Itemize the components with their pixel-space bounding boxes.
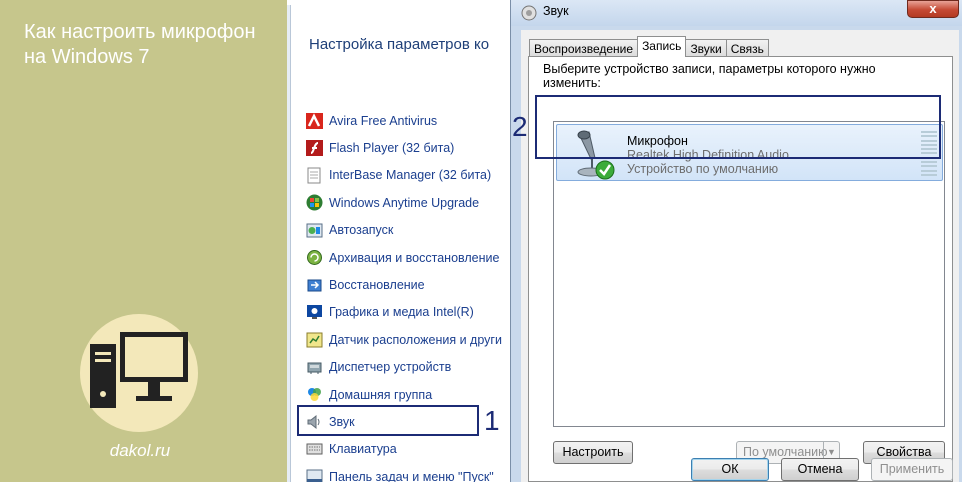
cp-item-avira[interactable]: Avira Free Antivirus [305,107,502,134]
set-default-label: По умолчанию [743,445,828,459]
window-frame [287,5,291,482]
cp-item-label: Графика и медиа Intel(R) [329,305,474,320]
cp-item-keyboard[interactable]: Клавиатура [305,436,502,463]
step-1-marker: 1 [484,405,500,436]
flash-icon [305,140,324,157]
configure-button[interactable]: Настроить [553,441,633,464]
cp-item-label: Архивация и восстановление [329,250,500,265]
close-button[interactable]: x [907,0,959,18]
cp-item-intel-graphics[interactable]: Графика и медиа Intel(R) [305,299,502,326]
dialog-titlebar[interactable]: Звук x [511,0,962,26]
device-manager-icon [305,359,324,376]
tab-playback[interactable]: Воспроизведение [529,39,639,57]
sound-dialog-icon [521,5,537,21]
apply-button[interactable]: Применить [871,458,953,481]
windows-upgrade-icon [305,194,324,211]
cp-item-location-sensor[interactable]: Датчик расположения и други [305,326,502,353]
cp-item-taskbar[interactable]: Панель задач и меню "Пуск" [305,463,502,482]
cp-item-label: Автозапуск [329,223,394,238]
avira-icon [305,112,324,129]
tab-recording[interactable]: Запись [637,36,687,57]
cp-item-label: Windows Anytime Upgrade [329,195,480,210]
cp-item-autoplay[interactable]: Автозапуск [305,217,502,244]
device-status: Устройство по умолчанию [627,162,779,176]
article-banner: Как настроить микрофон на Windows 7 dako… [0,0,287,482]
cp-item-device-manager[interactable]: Диспетчер устройств [305,354,502,381]
interbase-icon [305,167,324,184]
cp-item-label: Клавиатура [329,442,397,457]
taskbar-icon [305,468,324,482]
location-sensor-icon [305,331,324,348]
cp-item-label: Восстановление [329,278,425,293]
microphone-highlight-frame [535,95,941,159]
tab-sounds[interactable]: Звуки [685,39,727,57]
site-name: dakol.ru [109,441,171,460]
cp-item-windows-upgrade[interactable]: Windows Anytime Upgrade [305,189,502,216]
cp-item-label: Датчик расположения и други [329,332,502,347]
cancel-button[interactable]: Отмена [781,458,859,481]
computer-logo-icon [90,332,188,408]
recording-device-list[interactable]: Микрофон Realtek High Definition Audio У… [553,121,945,427]
backup-icon [305,249,324,266]
cp-item-label: Avira Free Antivirus [329,113,438,128]
tab-communications[interactable]: Связь [725,39,769,57]
cp-item-backup[interactable]: Архивация и восстановление [305,244,502,271]
step-2-marker: 2 [512,111,528,142]
recovery-icon [305,277,324,294]
cp-item-label: Домашняя группа [329,387,433,402]
sound-highlight-frame [297,405,479,436]
cp-item-recovery[interactable]: Восстановление [305,271,502,298]
instruction-text: Выберите устройство записи, параметры ко… [543,62,876,90]
cp-item-flash[interactable]: Flash Player (32 бита) [305,134,502,161]
homegroup-icon [305,386,324,403]
keyboard-icon [305,441,324,458]
control-panel-title: Настройка параметров ко [309,36,490,53]
dialog-title: Звук [543,4,569,18]
ok-button[interactable]: ОК [691,458,769,481]
autoplay-icon [305,222,324,239]
tab-strip: Воспроизведение Запись Звуки Связь [529,36,769,57]
cp-item-label: Flash Player (32 бита) [329,141,455,156]
cp-item-label: Панель задач и меню "Пуск" [329,469,494,482]
intel-graphics-icon [305,304,324,321]
cp-item-interbase[interactable]: InterBase Manager (32 бита) [305,162,502,189]
cp-item-label: InterBase Manager (32 бита) [329,168,492,183]
banner-title: Как настроить микрофон на Windows 7 [24,21,256,68]
cp-item-label: Диспетчер устройств [329,360,452,375]
sound-dialog: Звук x Воспроизведение Запись Звуки Связ… [510,0,962,482]
